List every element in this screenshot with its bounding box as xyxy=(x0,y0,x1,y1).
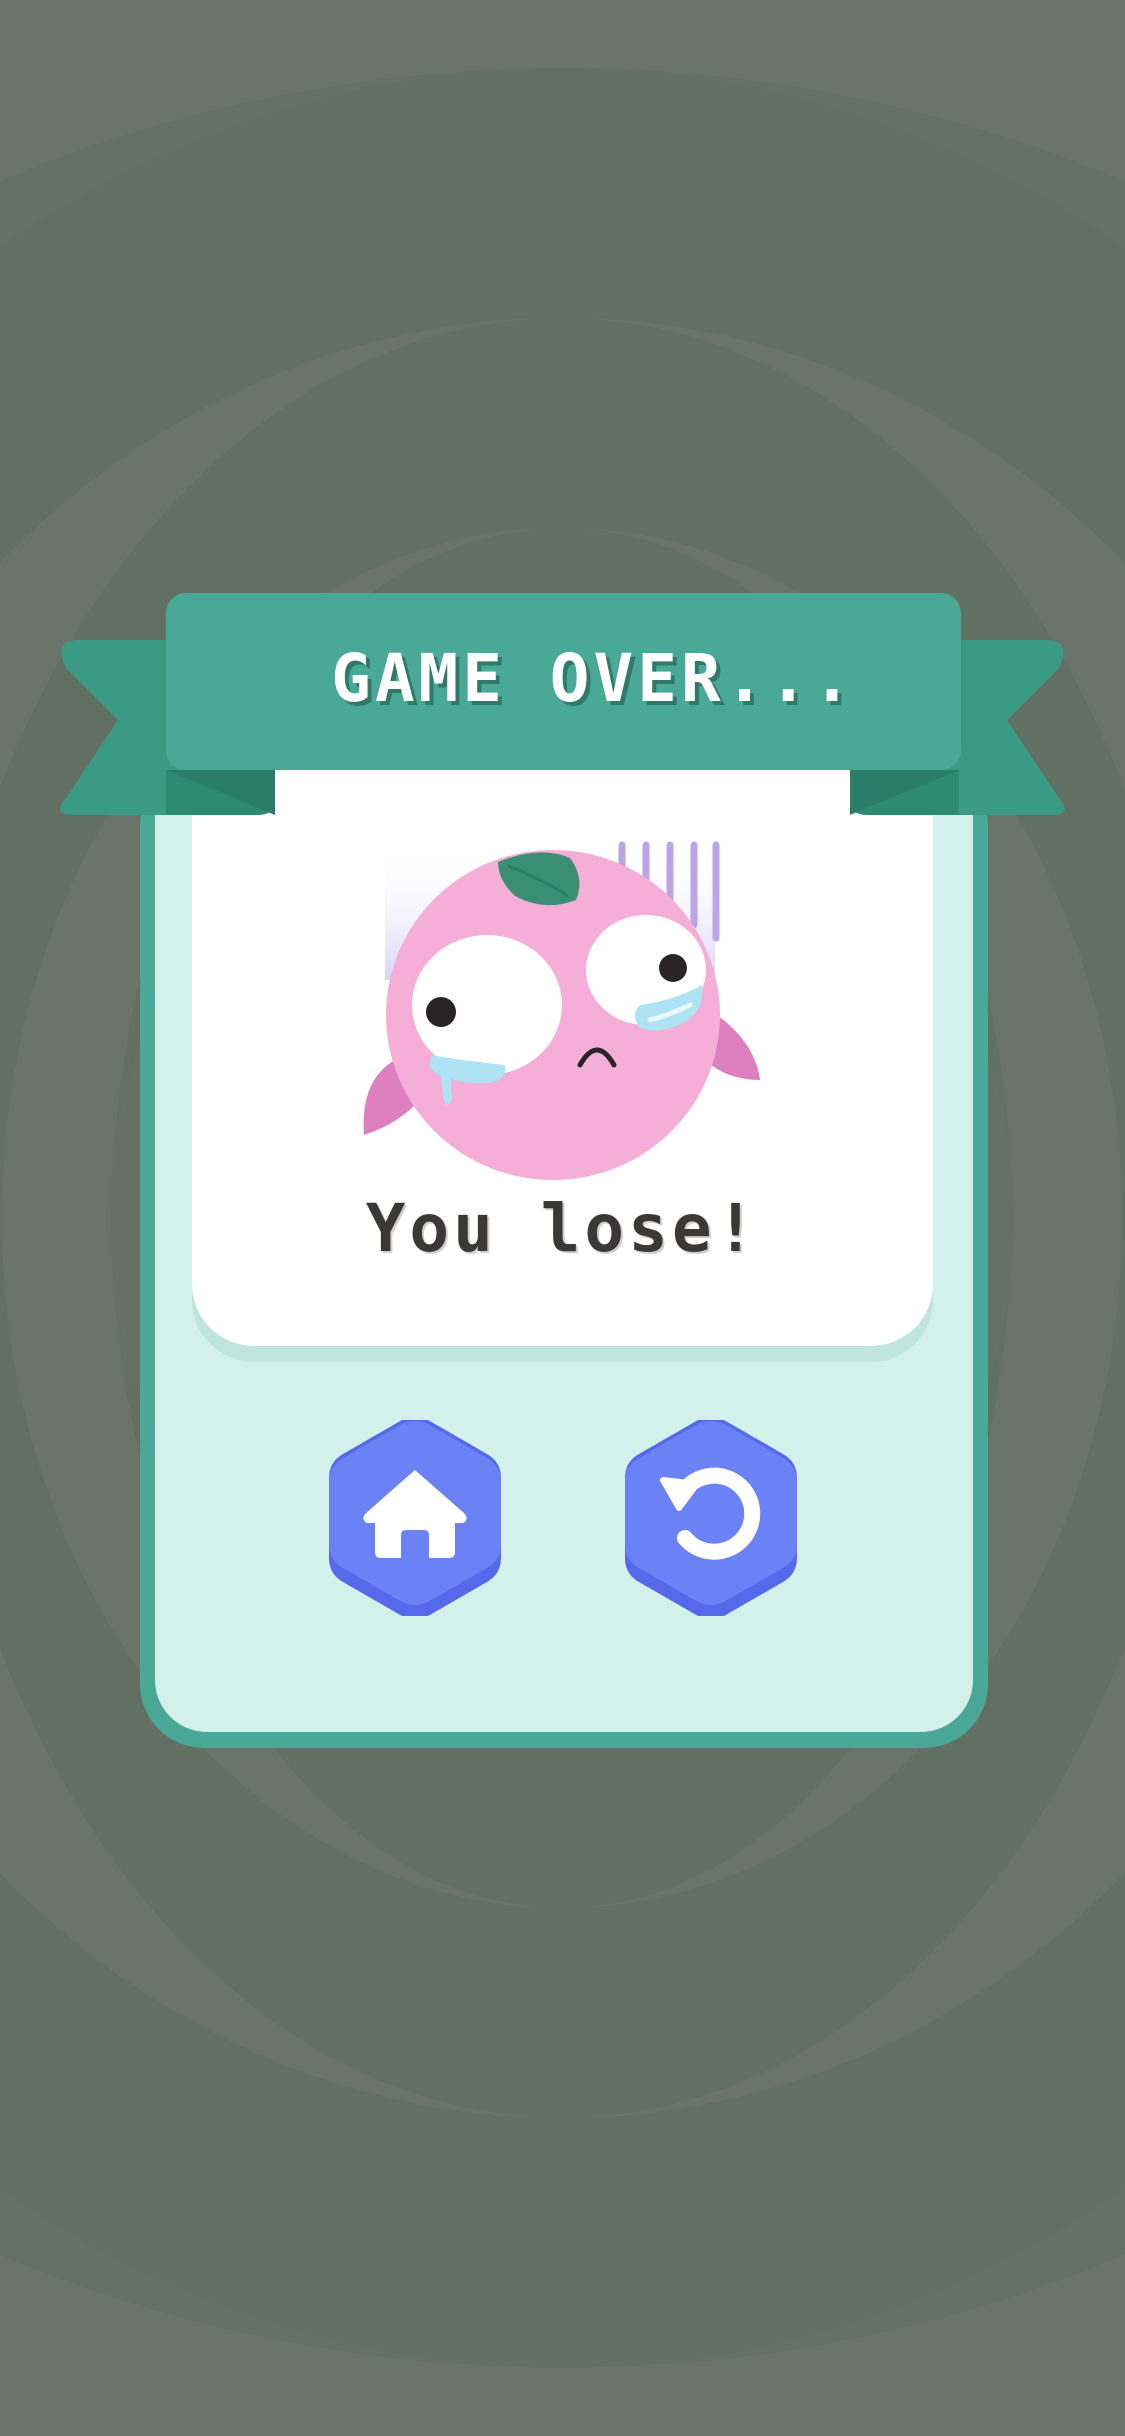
result-message: You lose! xyxy=(365,1190,760,1267)
home-button[interactable] xyxy=(327,1420,503,1616)
retry-button[interactable] xyxy=(623,1420,799,1616)
